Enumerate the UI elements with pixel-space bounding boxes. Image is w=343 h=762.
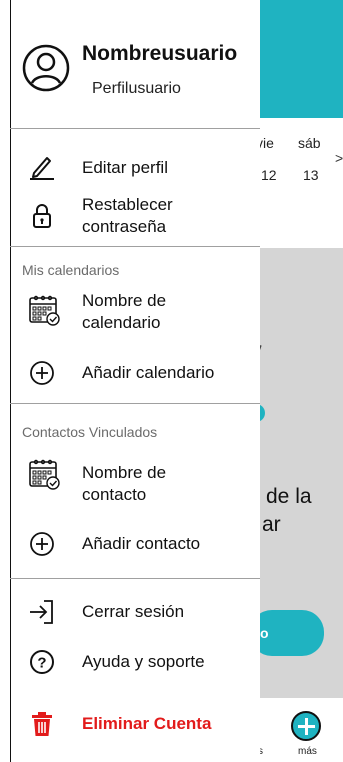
svg-text:?: ? xyxy=(37,655,46,672)
help-icon: ? xyxy=(30,650,54,674)
contacts-section-title: Contactos Vinculados xyxy=(22,424,158,440)
reset-password-item[interactable]: Restablecer contraseña xyxy=(10,192,260,240)
date-label[interactable]: 12 xyxy=(261,167,277,183)
help-label: Ayuda y soporte xyxy=(82,652,205,671)
calendars-section-title: Mis calendarios xyxy=(22,262,120,278)
date-label[interactable]: 13 xyxy=(303,167,319,183)
delete-account-item[interactable]: Eliminar Cuenta xyxy=(10,708,260,742)
divider xyxy=(10,246,260,247)
background-text: ar xyxy=(262,513,281,536)
add-contact-label: Añadir contacto xyxy=(82,534,201,553)
pencil-icon xyxy=(30,157,54,180)
logout-icon xyxy=(30,600,53,624)
contact-item[interactable]: Nombre de contacto xyxy=(10,452,260,504)
logout-item[interactable]: Cerrar sesión xyxy=(10,596,260,630)
plus-circle-icon xyxy=(30,532,54,556)
calendar-item[interactable]: Nombre de calendario xyxy=(10,288,260,338)
divider xyxy=(10,578,260,579)
calendar-icon xyxy=(29,295,60,326)
reset-password-label: Restablecer contraseña xyxy=(82,195,173,236)
user-avatar-icon xyxy=(22,44,70,92)
next-week-arrow[interactable]: > xyxy=(335,150,343,166)
username: Nombreusuario xyxy=(82,42,238,65)
side-drawer: Nombreusuario Perfilusuario Editar perfi… xyxy=(0,0,260,762)
delete-account-label: Eliminar Cuenta xyxy=(82,714,212,733)
divider xyxy=(10,403,260,404)
add-calendar-item[interactable]: Añadir calendario xyxy=(10,356,260,390)
logout-label: Cerrar sesión xyxy=(82,602,185,621)
action-pill-button[interactable]: o xyxy=(250,610,324,656)
calendar-name-label: Nombre de calendario xyxy=(82,291,167,332)
trash-icon xyxy=(32,712,52,736)
calendar-icon xyxy=(29,459,60,490)
nav-label-more[interactable]: más xyxy=(298,746,317,757)
divider xyxy=(10,128,260,129)
contact-name-label: Nombre de contacto xyxy=(82,463,167,504)
help-item[interactable]: ? Ayuda y soporte xyxy=(10,646,260,680)
edit-profile-item[interactable]: Editar perfil xyxy=(10,148,260,188)
plus-circle-icon xyxy=(30,361,54,385)
profile-header[interactable]: Nombreusuario Perfilusuario xyxy=(0,0,260,128)
add-more-icon[interactable] xyxy=(291,711,321,741)
profile-label: Perfilusuario xyxy=(92,80,181,97)
lock-icon xyxy=(33,204,51,228)
add-contact-item[interactable]: Añadir contacto xyxy=(10,528,260,562)
pill-label: o xyxy=(260,625,269,641)
background-text: de la xyxy=(266,485,312,508)
edit-profile-label: Editar perfil xyxy=(82,158,168,177)
add-calendar-label: Añadir calendario xyxy=(82,363,215,382)
weekday-label: sáb xyxy=(298,135,321,151)
